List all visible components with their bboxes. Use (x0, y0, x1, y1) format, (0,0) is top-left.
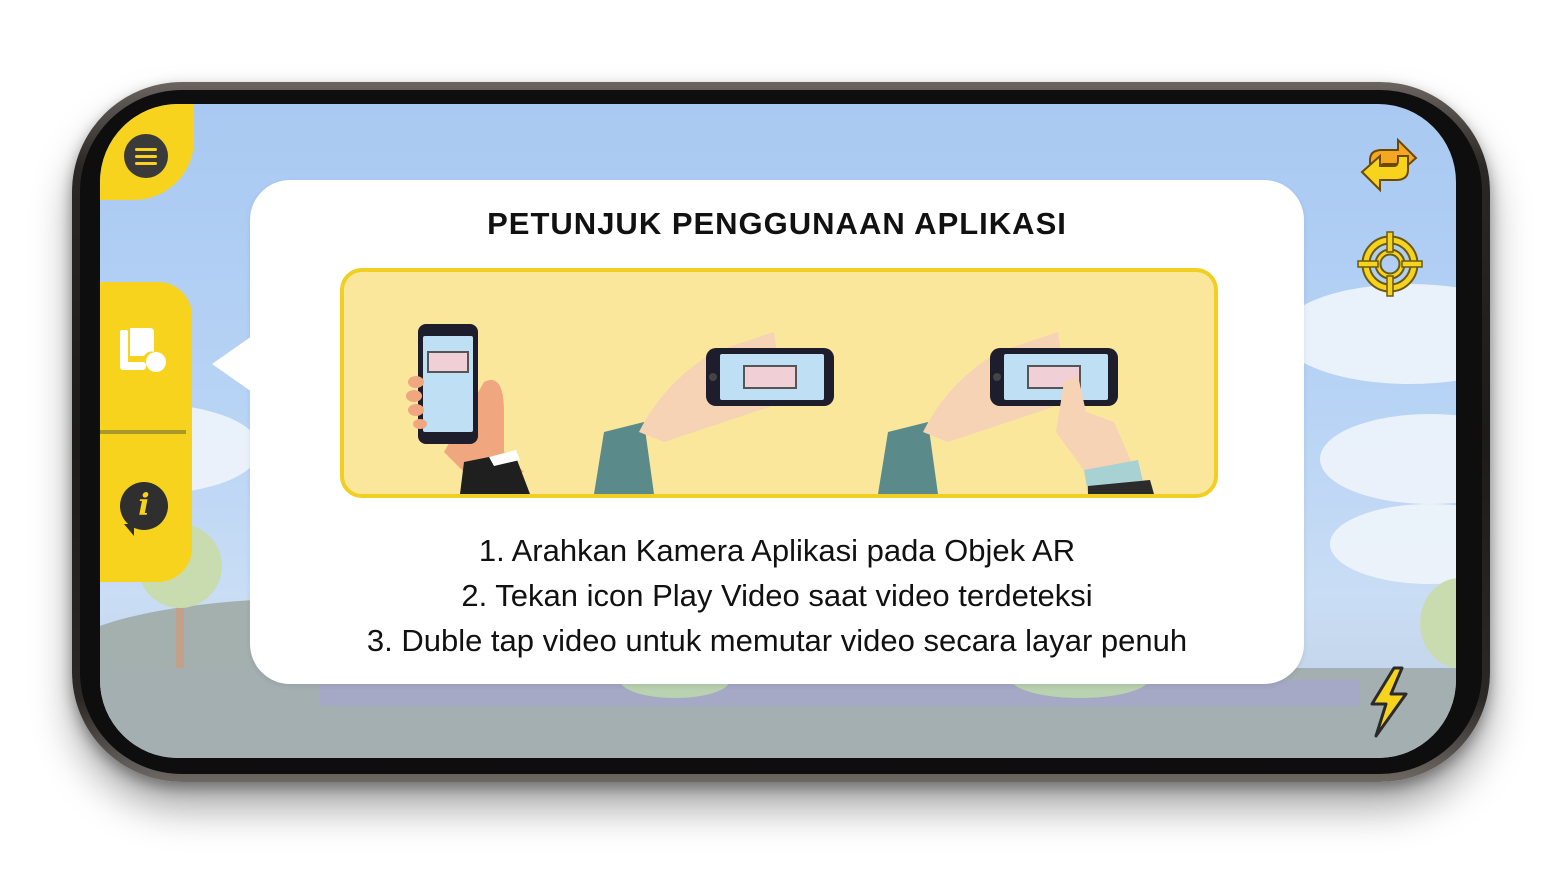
background-cloud (1330, 504, 1456, 584)
dialog-title: PETUNJUK PENGGUNAAN APLIKASI (487, 206, 1067, 241)
menu-line (135, 147, 157, 151)
dialog-pointer (212, 336, 252, 392)
instruction-step-3: 3. Duble tap video untuk memutar video s… (366, 623, 1188, 658)
instructions-dialog: PETUNJUK PENGGUNAAN APLIKASI 1. Arahkan … (212, 180, 1304, 684)
instruction-step-2: 2. Tekan icon Play Video saat video terd… (461, 578, 1093, 613)
instruction-steps: 1. Arahkan Kamera Aplikasi pada Objek AR… (250, 528, 1304, 663)
menu-line (135, 154, 157, 158)
crosshair-focus-icon[interactable] (1356, 230, 1424, 298)
background-cloud (1320, 414, 1456, 504)
hamburger-menu-icon[interactable] (124, 134, 168, 178)
info-icon[interactable]: i (120, 482, 168, 536)
menu-line (135, 161, 157, 165)
background-cloud (1280, 284, 1456, 384)
step-3-illustration (878, 332, 1154, 494)
step-1-illustration (406, 324, 530, 494)
lightning-flash-icon[interactable] (1364, 666, 1410, 738)
phone-usage-illustration (406, 324, 1154, 494)
side-panel: i (100, 282, 192, 582)
book-library-icon[interactable] (114, 322, 174, 382)
switch-camera-icon[interactable] (1358, 130, 1420, 200)
step-2-illustration (594, 332, 834, 494)
menu-tab (100, 104, 194, 200)
side-panel-divider (100, 430, 186, 434)
instruction-step-1: 1. Arahkan Kamera Aplikasi pada Objek AR (478, 533, 1076, 568)
background-bush (1420, 578, 1456, 668)
instructions-illustration (340, 268, 1218, 498)
